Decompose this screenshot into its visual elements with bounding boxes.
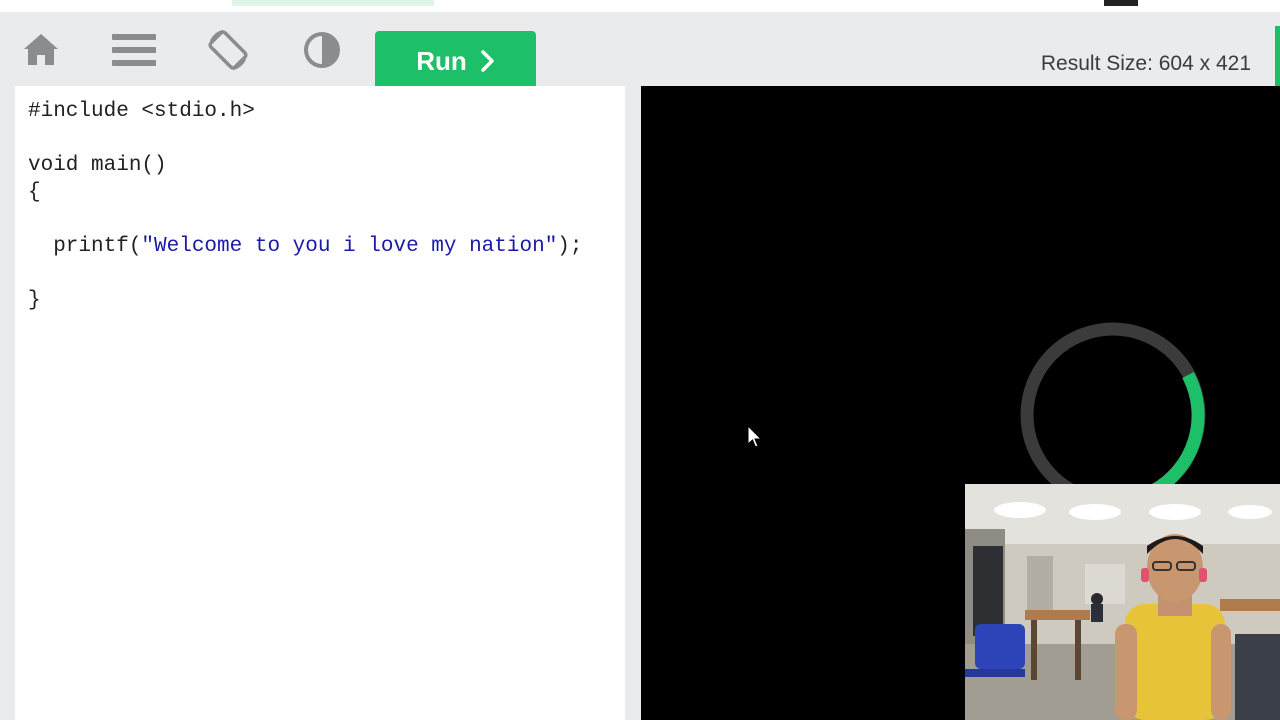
menu-icon[interactable] [110, 26, 158, 74]
result-size-label: Result Size: 604 x 421 [1040, 52, 1251, 75]
code-line: printf("Welcome to you i love my nation"… [28, 235, 583, 258]
pane-divider[interactable] [625, 86, 641, 720]
chevron-right-icon [481, 50, 494, 72]
run-label: Run [416, 45, 467, 76]
code-text[interactable]: #include <stdio.h> void main() { printf(… [15, 86, 625, 314]
code-line: #include <stdio.h> [28, 100, 255, 123]
code-line: void main() [28, 154, 167, 177]
mouse-cursor-icon [747, 424, 763, 454]
home-icon[interactable] [17, 26, 65, 74]
toolbar: Run Result Size: 604 x 421 [0, 12, 1280, 91]
code-editor[interactable]: #include <stdio.h> void main() { printf(… [15, 86, 625, 720]
webcam-overlay [965, 484, 1280, 720]
string-literal: "Welcome to you i love my nation" [141, 235, 558, 258]
contrast-icon[interactable] [298, 26, 346, 74]
code-line: { [28, 181, 41, 204]
run-button[interactable]: Run [375, 31, 536, 91]
browser-top-strip [0, 0, 1280, 12]
window-control-hint [1104, 0, 1138, 6]
rotate-icon[interactable] [204, 26, 252, 74]
edge-accent [1275, 26, 1280, 86]
code-line: } [28, 289, 41, 312]
tab-hint [232, 0, 434, 6]
